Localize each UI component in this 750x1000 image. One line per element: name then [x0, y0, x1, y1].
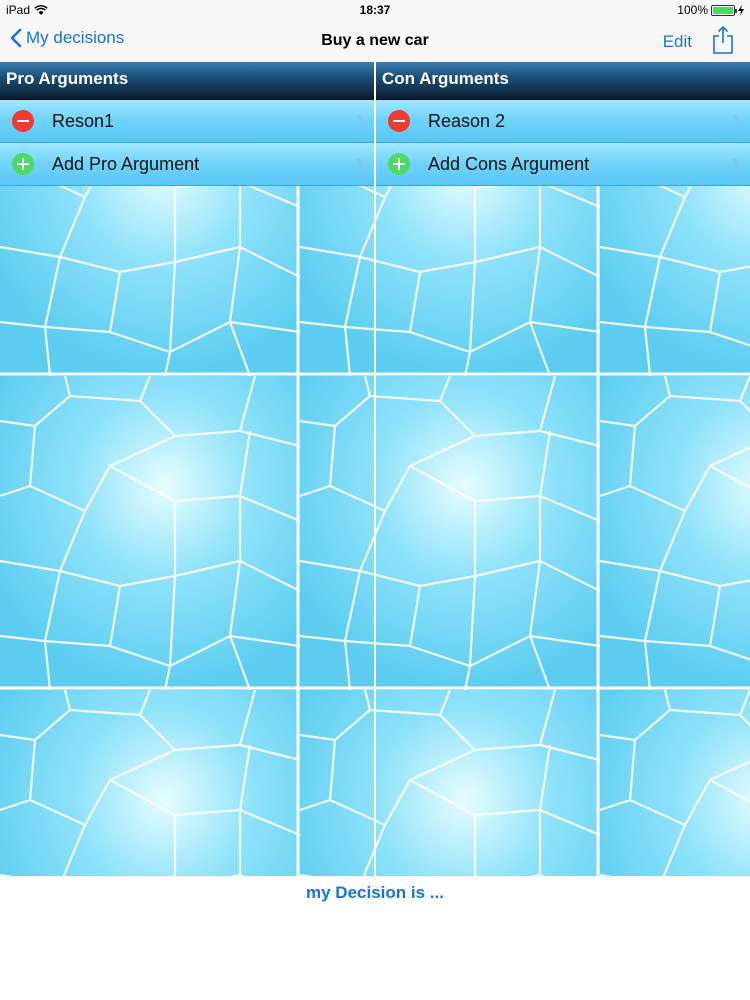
minus-bar: [17, 120, 29, 122]
add-icon[interactable]: [12, 153, 34, 175]
minus-bar: [393, 120, 405, 122]
share-button[interactable]: [712, 25, 734, 59]
battery-level: [713, 6, 733, 14]
status-bar: iPad 18:37 100%: [0, 0, 750, 20]
plus-bar-v: [398, 158, 400, 170]
delete-icon[interactable]: [12, 110, 34, 132]
plus-bar-v: [22, 158, 24, 170]
page-title: Buy a new car: [321, 32, 429, 49]
add-con-argument-row[interactable]: Add Cons Argument ❯: [376, 143, 750, 186]
charging-icon: [738, 4, 744, 16]
con-argument-row[interactable]: Reason 2 ❯: [376, 100, 750, 143]
add-con-argument-label: Add Cons Argument: [428, 153, 590, 174]
battery-percent: 100%: [677, 3, 708, 17]
edit-button[interactable]: Edit: [663, 32, 692, 52]
chevron-right-icon: ❯: [730, 113, 742, 129]
decision-button[interactable]: my Decision is ...: [0, 883, 750, 903]
add-icon[interactable]: [388, 153, 410, 175]
arguments-area: Pro Arguments Reson1 ❯ Add Pro Argument …: [0, 62, 750, 876]
pro-column: Pro Arguments Reson1 ❯ Add Pro Argument …: [0, 62, 374, 186]
status-right: 100%: [677, 3, 744, 17]
pro-argument-label: Reson1: [52, 110, 115, 131]
con-header: Con Arguments: [376, 62, 750, 100]
battery-cap: [735, 8, 737, 13]
share-icon: [713, 25, 733, 54]
pro-header: Pro Arguments: [0, 62, 374, 100]
navigation-bar: My decisions Buy a new car Edit: [0, 20, 750, 62]
decision-bar: my Decision is ...: [0, 876, 750, 1000]
delete-icon[interactable]: [388, 110, 410, 132]
add-pro-argument-row[interactable]: Add Pro Argument ❯: [0, 143, 374, 186]
status-time: 18:37: [359, 3, 391, 17]
chevron-right-icon: ❯: [730, 156, 742, 172]
chevron-right-icon: ❯: [354, 156, 366, 172]
con-column: Con Arguments Reason 2 ❯ Add Cons Argume…: [376, 62, 750, 186]
battery-icon: [711, 4, 737, 16]
con-argument-label: Reason 2: [428, 110, 506, 131]
chevron-right-icon: ❯: [354, 113, 366, 129]
pro-argument-row[interactable]: Reson1 ❯: [0, 100, 374, 143]
add-pro-argument-label: Add Pro Argument: [52, 153, 200, 174]
